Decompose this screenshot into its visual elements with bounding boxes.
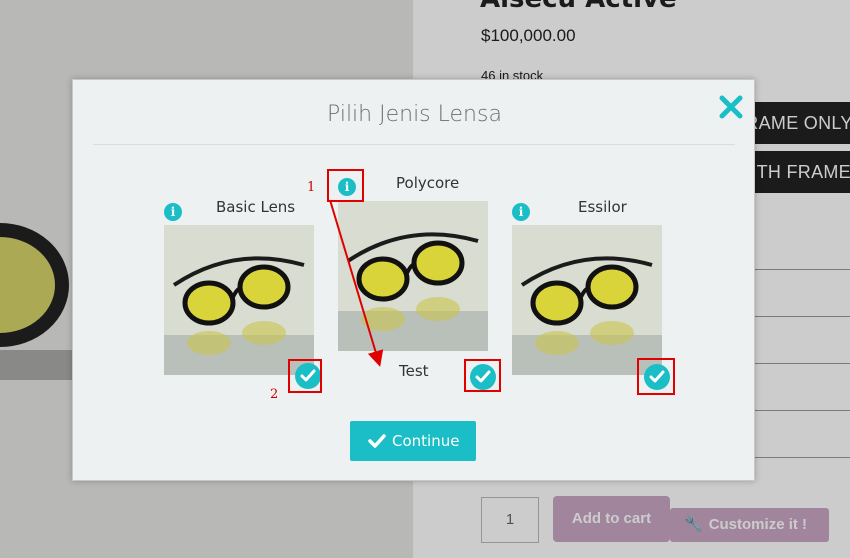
annotation-arrow xyxy=(329,199,384,367)
